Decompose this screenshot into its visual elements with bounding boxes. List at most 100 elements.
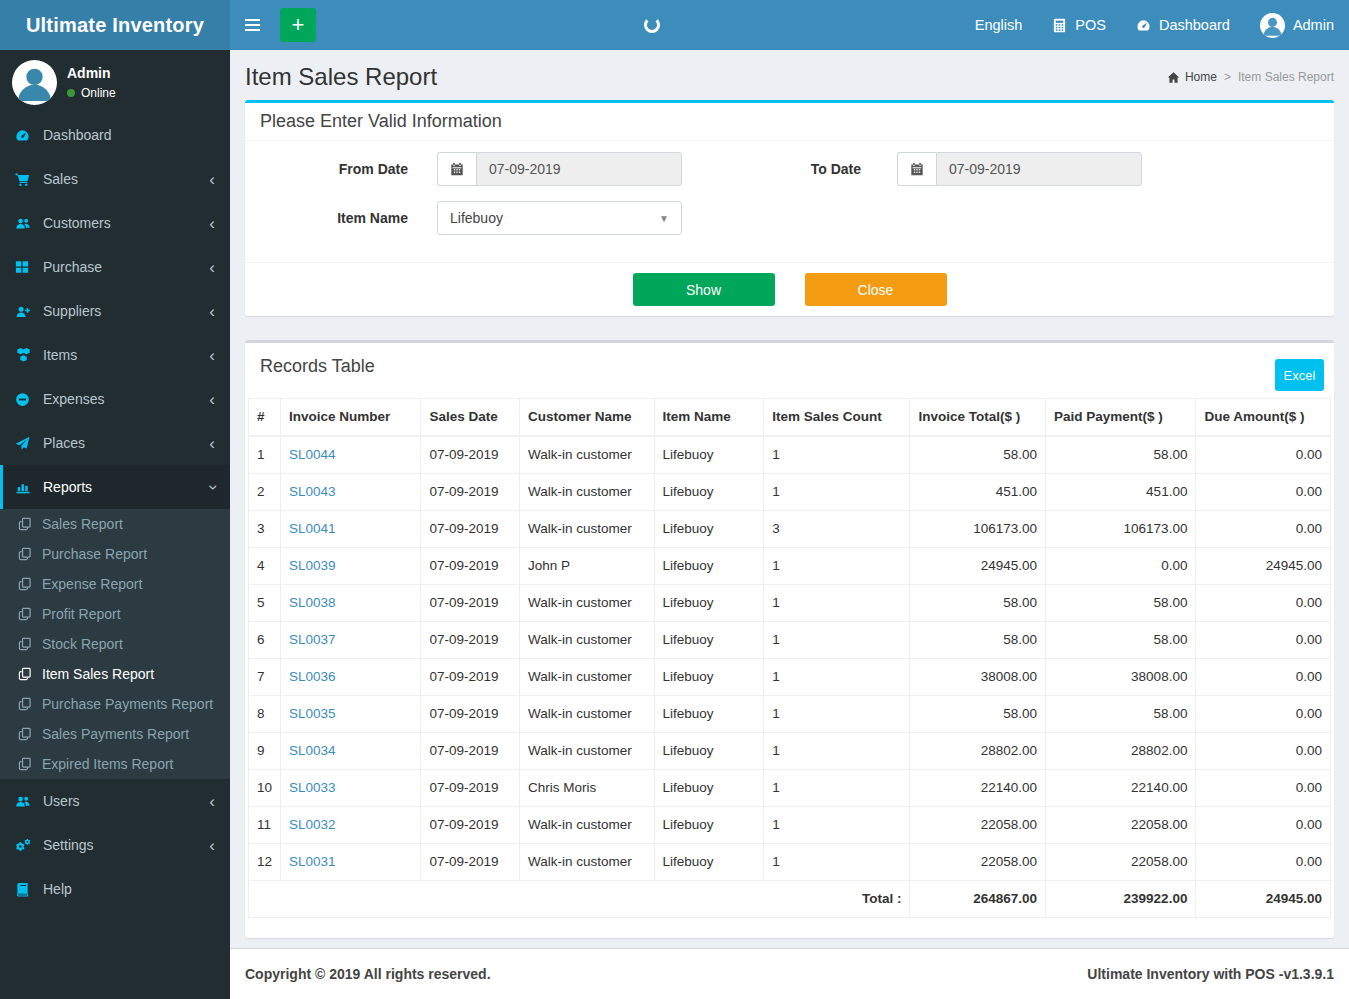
sidebar-subitem-expense-report[interactable]: Expense Report xyxy=(0,569,230,599)
invoice-link[interactable]: SL0035 xyxy=(289,706,336,721)
sidebar-subitem-stock-report[interactable]: Stock Report xyxy=(0,629,230,659)
table-cell: 1 xyxy=(764,622,910,659)
table-cell: 6 xyxy=(249,622,281,659)
table-cell: 1 xyxy=(764,585,910,622)
sidebar-item-places[interactable]: Places‹ xyxy=(0,421,230,465)
chevron-left-icon: ‹ xyxy=(209,837,215,854)
invoice-link[interactable]: SL0031 xyxy=(289,854,336,869)
table-cell: 28802.00 xyxy=(1045,733,1195,770)
sidebar-item-reports[interactable]: Reports‹ xyxy=(0,465,230,509)
sidebar-subitem-profit-report[interactable]: Profit Report xyxy=(0,599,230,629)
sidebar-subitem-label: Purchase Payments Report xyxy=(42,696,213,712)
sidebar-subitem-purchase-report[interactable]: Purchase Report xyxy=(0,539,230,569)
from-date-input[interactable] xyxy=(476,152,682,186)
chevron-left-icon: ‹ xyxy=(209,793,215,810)
column-header-item-sales-count: Item Sales Count xyxy=(764,399,910,437)
user-name: Admin xyxy=(67,65,116,81)
user-avatar xyxy=(12,60,57,105)
table-row: 5SL003807-09-2019Walk-in customerLifebuo… xyxy=(249,585,1331,622)
invoice-link[interactable]: SL0039 xyxy=(289,558,336,573)
sidebar-item-suppliers[interactable]: Suppliers‹ xyxy=(0,289,230,333)
app-logo[interactable]: Ultimate Inventory xyxy=(0,0,230,50)
sidebar-item-items[interactable]: Items‹ xyxy=(0,333,230,377)
invoice-link[interactable]: SL0044 xyxy=(289,447,336,462)
breadcrumb: Home > Item Sales Report xyxy=(1167,70,1334,84)
calculator-icon xyxy=(1052,18,1067,33)
to-date-input[interactable] xyxy=(936,152,1142,186)
filter-actions: Show Close xyxy=(245,262,1334,316)
invoice-link[interactable]: SL0032 xyxy=(289,817,336,832)
close-button[interactable]: Close xyxy=(805,273,947,306)
sidebar-item-label: Settings xyxy=(43,837,94,853)
sidebar-subitem-label: Purchase Report xyxy=(42,546,147,562)
sidebar-item-settings[interactable]: Settings ‹ xyxy=(0,823,230,867)
invoice-link[interactable]: SL0043 xyxy=(289,484,336,499)
files-icon xyxy=(18,757,33,771)
sidebar-item-dashboard[interactable]: Dashboard xyxy=(0,113,230,157)
table-cell: 4 xyxy=(249,548,281,585)
nav-label: POS xyxy=(1075,17,1106,33)
cell-invoice-number: SL0038 xyxy=(281,585,421,622)
nav-dashboard[interactable]: Dashboard xyxy=(1121,0,1245,50)
quick-add-button[interactable]: + xyxy=(280,8,316,42)
table-cell: 0.00 xyxy=(1196,659,1331,696)
column-header-item-name: Item Name xyxy=(654,399,764,437)
nav-pos[interactable]: POS xyxy=(1037,0,1121,50)
sidebar-subitem-expired-items-report[interactable]: Expired Items Report xyxy=(0,749,230,779)
total-invoice: 264867.00 xyxy=(910,881,1046,918)
table-cell: Lifebuoy xyxy=(654,733,764,770)
invoice-link[interactable]: SL0041 xyxy=(289,521,336,536)
nav-language[interactable]: English xyxy=(960,0,1038,50)
sidebar-subitem-purchase-payments-report[interactable]: Purchase Payments Report xyxy=(0,689,230,719)
invoice-link[interactable]: SL0033 xyxy=(289,780,336,795)
table-cell: 58.00 xyxy=(1045,436,1195,474)
excel-export-button[interactable]: Excel xyxy=(1275,359,1324,391)
sidebar-item-label: Sales xyxy=(43,171,78,187)
sidebar-subitem-item-sales-report[interactable]: Item Sales Report xyxy=(0,659,230,689)
grid-icon xyxy=(15,260,35,274)
table-cell: Walk-in customer xyxy=(520,585,655,622)
table-row: 2SL004307-09-2019Walk-in customerLifebuo… xyxy=(249,474,1331,511)
sidebar-toggle-button[interactable] xyxy=(230,0,275,50)
sidebar-subitem-sales-payments-report[interactable]: Sales Payments Report xyxy=(0,719,230,749)
sidebar-item-help[interactable]: Help xyxy=(0,867,230,911)
table-row: 7SL003607-09-2019Walk-in customerLifebuo… xyxy=(249,659,1331,696)
sidebar-item-customers[interactable]: Customers‹ xyxy=(0,201,230,245)
sidebar-item-expenses[interactable]: Expenses‹ xyxy=(0,377,230,421)
invoice-link[interactable]: SL0034 xyxy=(289,743,336,758)
sidebar-item-label: Users xyxy=(43,793,80,809)
total-paid: 239922.00 xyxy=(1045,881,1195,918)
paper-plane-icon xyxy=(15,436,35,451)
sidebar-subitem-label: Profit Report xyxy=(42,606,121,622)
table-cell: 1 xyxy=(249,436,281,474)
table-cell: 0.00 xyxy=(1196,770,1331,807)
table-cell: 07-09-2019 xyxy=(421,770,520,807)
calendar-icon xyxy=(897,152,936,186)
sidebar-subitem-sales-report[interactable]: Sales Report xyxy=(0,509,230,539)
show-button[interactable]: Show xyxy=(633,273,775,306)
chevron-left-icon: ‹ xyxy=(209,435,215,452)
breadcrumb-home-link[interactable]: Home xyxy=(1167,70,1217,84)
nav-admin[interactable]: Admin xyxy=(1245,0,1349,50)
table-cell: 07-09-2019 xyxy=(421,548,520,585)
invoice-link[interactable]: SL0037 xyxy=(289,632,336,647)
files-icon xyxy=(18,727,33,741)
chevron-left-icon: ‹ xyxy=(209,171,215,188)
files-icon xyxy=(18,637,33,651)
page-footer: Copyright © 2019 All rights reserved. Ul… xyxy=(230,948,1349,999)
sidebar-item-purchase[interactable]: Purchase‹ xyxy=(0,245,230,289)
invoice-link[interactable]: SL0036 xyxy=(289,669,336,684)
table-cell: 11 xyxy=(249,807,281,844)
avatar-icon xyxy=(1260,13,1285,38)
table-cell: 1 xyxy=(764,733,910,770)
table-cell: 106173.00 xyxy=(1045,511,1195,548)
app-title: Ultimate Inventory xyxy=(26,14,204,37)
sidebar-item-sales[interactable]: Sales ‹ xyxy=(0,157,230,201)
invoice-link[interactable]: SL0038 xyxy=(289,595,336,610)
sidebar-item-label: Dashboard xyxy=(43,127,112,143)
cart-icon xyxy=(15,172,35,187)
column-header-due-amount-: Due Amount($ ) xyxy=(1196,399,1331,437)
item-name-select[interactable]: Lifebuoy ▼ xyxy=(437,201,682,235)
sidebar-item-users[interactable]: Users ‹ xyxy=(0,779,230,823)
table-cell: Lifebuoy xyxy=(654,474,764,511)
